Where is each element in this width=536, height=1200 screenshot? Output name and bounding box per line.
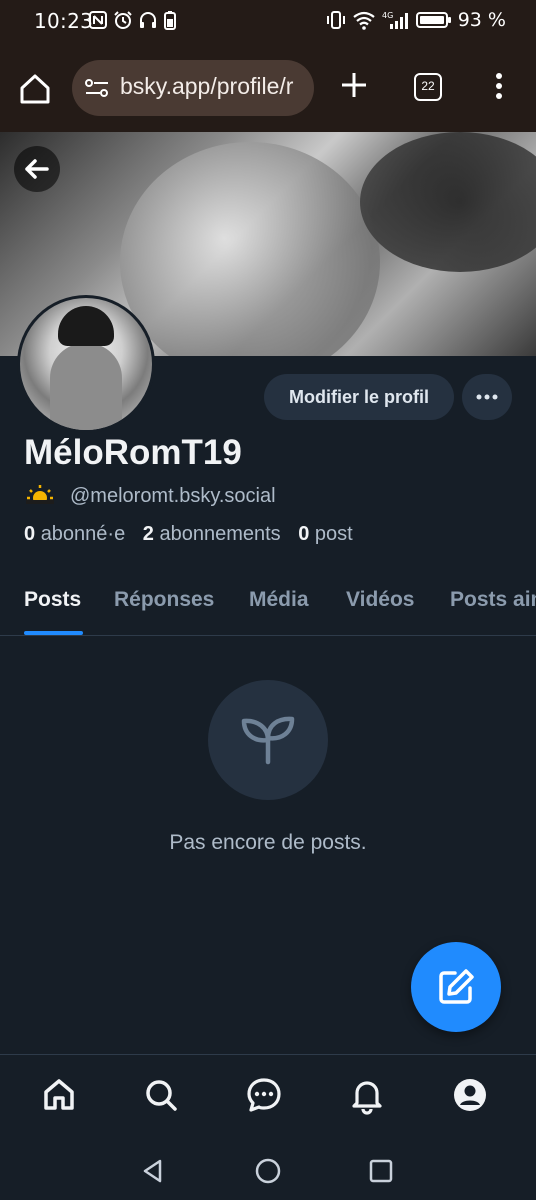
system-home-button[interactable] xyxy=(253,1156,283,1186)
compose-icon xyxy=(439,969,474,1004)
following-link[interactable]: 2 abonnements xyxy=(143,523,281,545)
back-button[interactable] xyxy=(14,146,60,192)
home-outline-icon xyxy=(20,74,50,104)
nav-chat[interactable] xyxy=(244,1075,284,1115)
tab-posts[interactable]: Posts xyxy=(24,588,81,612)
url-text[interactable]: bsky.app/profile/r xyxy=(120,73,293,100)
tab-videos[interactable]: Vidéos xyxy=(346,588,414,612)
browser-toolbar: bsky.app/profile/r 22 xyxy=(0,42,536,132)
profile-more-button[interactable] xyxy=(462,374,512,420)
nav-profile[interactable] xyxy=(450,1075,490,1115)
plus-icon xyxy=(342,73,366,97)
vibrate-icon xyxy=(326,11,345,29)
home-icon xyxy=(44,1079,74,1110)
status-bar: 10:23 4G 93 % xyxy=(0,0,536,42)
tab-media[interactable]: Média xyxy=(249,588,309,612)
url-bar[interactable]: bsky.app/profile/r xyxy=(72,60,314,116)
avatar-image xyxy=(20,298,152,430)
profile-stats: 0 abonné·e 2 abonnements 0 post xyxy=(24,523,353,546)
signal-icon: 4G xyxy=(382,11,408,29)
status-time: 10:23 xyxy=(34,9,94,33)
edit-profile-button[interactable]: Modifier le profil xyxy=(264,374,454,420)
banner-image-part xyxy=(120,142,380,356)
battery-saver-icon xyxy=(164,11,176,30)
nav-search[interactable] xyxy=(141,1075,181,1115)
status-left-icons xyxy=(88,10,177,30)
bottom-navigation xyxy=(0,1054,536,1138)
profile-icon xyxy=(454,1079,486,1111)
nav-home[interactable] xyxy=(39,1075,79,1115)
search-icon xyxy=(146,1080,177,1111)
banner-image-part xyxy=(360,132,536,272)
site-settings-icon[interactable] xyxy=(84,77,110,99)
posts-count: 0 post xyxy=(298,523,353,545)
wifi-icon xyxy=(353,11,375,30)
square-recents-icon xyxy=(369,1159,393,1183)
nav-notifications[interactable] xyxy=(347,1075,387,1115)
empty-state-icon-container xyxy=(208,680,328,800)
svg-text:4G: 4G xyxy=(382,11,393,20)
battery-percent: 93 % xyxy=(457,9,506,31)
followers-link[interactable]: 0 abonné·e xyxy=(24,523,125,545)
headphones-icon xyxy=(140,12,156,28)
browser-menu-button[interactable] xyxy=(486,68,512,104)
bell-icon xyxy=(352,1081,382,1115)
status-right-icons: 4G 93 % xyxy=(326,9,506,31)
new-tab-button[interactable] xyxy=(338,69,370,101)
chat-icon xyxy=(247,1078,281,1112)
browser-home-button[interactable] xyxy=(16,70,54,108)
nfc-icon xyxy=(89,11,107,29)
avatar[interactable] xyxy=(17,295,155,433)
active-tab-indicator xyxy=(24,631,83,635)
battery-icon xyxy=(415,12,451,28)
more-horizontal-icon xyxy=(476,394,498,400)
compose-post-button[interactable] xyxy=(411,942,501,1032)
arrow-left-icon xyxy=(25,159,49,179)
tab-switcher-button[interactable]: 22 xyxy=(414,73,442,101)
seedling-icon xyxy=(241,716,295,765)
system-navigation xyxy=(0,1138,536,1200)
sun-behind-cloud-icon xyxy=(24,482,56,510)
display-name: MéloRomT19 xyxy=(24,433,242,472)
more-vertical-icon xyxy=(496,73,502,99)
handle-row: @meloromt.bsky.social xyxy=(24,482,276,510)
system-back-button[interactable] xyxy=(138,1156,168,1186)
empty-state-text: Pas encore de posts. xyxy=(169,831,367,854)
alarm-icon xyxy=(114,11,132,29)
circle-home-icon xyxy=(255,1158,281,1184)
profile-handle[interactable]: @meloromt.bsky.social xyxy=(70,485,276,508)
system-recents-button[interactable] xyxy=(366,1156,396,1186)
triangle-back-icon xyxy=(143,1159,162,1183)
tab-likes[interactable]: Posts aimés xyxy=(450,588,536,612)
profile-tabs: Posts Réponses Média Vidéos Posts aimés xyxy=(0,580,536,636)
tab-replies[interactable]: Réponses xyxy=(114,588,214,612)
